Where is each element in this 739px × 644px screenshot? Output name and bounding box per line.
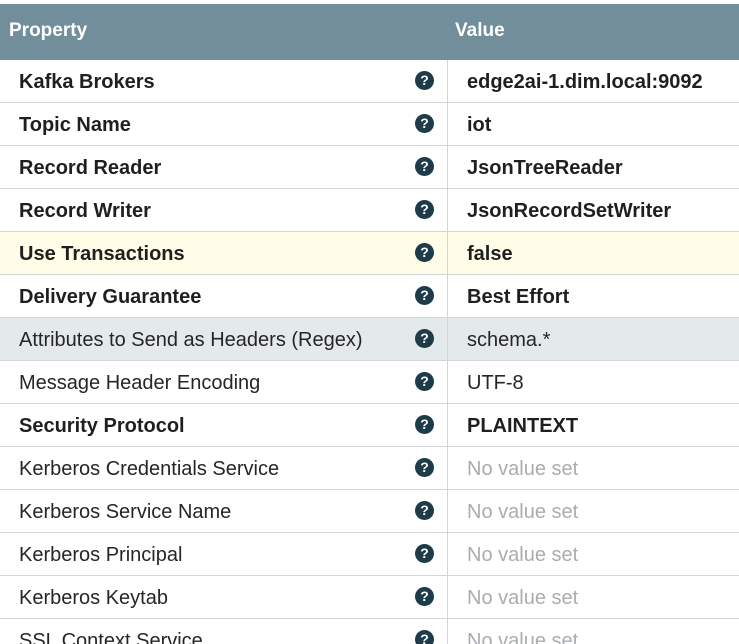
- table-row[interactable]: Record Writer? JsonRecordSetWriter: [0, 189, 739, 232]
- help-icon[interactable]: ?: [415, 544, 434, 563]
- property-value[interactable]: edge2ai-1.dim.local:9092: [467, 71, 735, 94]
- column-divider: [447, 619, 448, 644]
- column-divider: [447, 103, 448, 145]
- column-header-property[interactable]: Property: [9, 20, 87, 42]
- property-value[interactable]: iot: [467, 114, 735, 137]
- help-icon[interactable]: ?: [415, 458, 434, 477]
- column-divider: [447, 533, 448, 575]
- column-divider: [447, 447, 448, 489]
- help-icon[interactable]: ?: [415, 501, 434, 520]
- column-divider: [447, 275, 448, 317]
- table-row[interactable]: Delivery Guarantee? Best Effort: [0, 275, 739, 318]
- help-icon[interactable]: ?: [415, 587, 434, 606]
- property-value[interactable]: No value set: [467, 587, 735, 610]
- property-value[interactable]: false: [467, 243, 735, 266]
- column-divider: [447, 361, 448, 403]
- property-value[interactable]: No value set: [467, 501, 735, 524]
- help-icon[interactable]: ?: [415, 243, 434, 262]
- property-name: Message Header Encoding: [19, 372, 261, 394]
- property-name: Record Reader: [19, 157, 162, 179]
- table-row[interactable]: Kerberos Credentials Service? No value se…: [0, 447, 739, 490]
- help-icon[interactable]: ?: [415, 71, 434, 90]
- column-divider: [447, 404, 448, 446]
- property-name: Kerberos Service Name: [19, 501, 232, 523]
- property-name: Security Protocol: [19, 415, 185, 437]
- table-row[interactable]: Use Transactions? false: [0, 232, 739, 275]
- property-name: Delivery Guarantee: [19, 286, 202, 308]
- help-icon[interactable]: ?: [415, 372, 434, 391]
- column-divider: [447, 232, 448, 274]
- table-row[interactable]: Message Header Encoding? UTF-8: [0, 361, 739, 404]
- table-row[interactable]: SSL Context Service? No value set: [0, 619, 739, 644]
- help-icon[interactable]: ?: [415, 329, 434, 348]
- property-name: Kerberos Principal: [19, 544, 183, 566]
- property-name: Kafka Brokers: [19, 71, 155, 93]
- property-name: SSL Context Service: [19, 630, 203, 644]
- property-name: Topic Name: [19, 114, 131, 136]
- help-icon[interactable]: ?: [415, 114, 434, 133]
- property-value[interactable]: JsonTreeReader: [467, 157, 735, 180]
- property-name: Kerberos Keytab: [19, 587, 168, 609]
- column-divider: [447, 146, 448, 188]
- column-header-value[interactable]: Value: [455, 20, 505, 42]
- column-divider: [447, 189, 448, 231]
- table-row[interactable]: Kerberos Keytab? No value set: [0, 576, 739, 619]
- table-body: Kafka Brokers? edge2ai-1.dim.local:9092 To…: [0, 60, 739, 644]
- help-icon[interactable]: ?: [415, 630, 434, 644]
- property-value[interactable]: UTF-8: [467, 372, 735, 395]
- property-name: Use Transactions: [19, 243, 185, 265]
- property-value[interactable]: No value set: [467, 458, 735, 481]
- help-icon[interactable]: ?: [415, 286, 434, 305]
- property-value[interactable]: schema.*: [467, 329, 735, 352]
- property-value[interactable]: PLAINTEXT: [467, 415, 735, 438]
- property-name: Attributes to Send as Headers (Regex): [19, 329, 363, 351]
- help-icon[interactable]: ?: [415, 415, 434, 434]
- property-name: Record Writer: [19, 200, 151, 222]
- column-divider: [447, 318, 448, 360]
- property-value[interactable]: No value set: [467, 544, 735, 567]
- help-icon[interactable]: ?: [415, 200, 434, 219]
- table-row[interactable]: Attributes to Send as Headers (Regex)? sc…: [0, 318, 739, 361]
- column-divider: [447, 490, 448, 532]
- table-row[interactable]: Kerberos Principal? No value set: [0, 533, 739, 576]
- column-divider: [447, 60, 448, 102]
- property-name: Kerberos Credentials Service: [19, 458, 280, 480]
- property-value[interactable]: JsonRecordSetWriter: [467, 200, 735, 223]
- table-row[interactable]: Kafka Brokers? edge2ai-1.dim.local:9092: [0, 60, 739, 103]
- table-header: Property Value: [0, 4, 739, 60]
- column-divider: [447, 576, 448, 618]
- properties-table: Property Value Kafka Brokers? edge2ai-1.d…: [0, 0, 739, 644]
- table-row[interactable]: Record Reader? JsonTreeReader: [0, 146, 739, 189]
- table-row[interactable]: Topic Name? iot: [0, 103, 739, 146]
- property-value[interactable]: Best Effort: [467, 286, 735, 309]
- help-icon[interactable]: ?: [415, 157, 434, 176]
- table-row[interactable]: Security Protocol? PLAINTEXT: [0, 404, 739, 447]
- property-value[interactable]: No value set: [467, 630, 735, 644]
- table-row[interactable]: Kerberos Service Name? No value set: [0, 490, 739, 533]
